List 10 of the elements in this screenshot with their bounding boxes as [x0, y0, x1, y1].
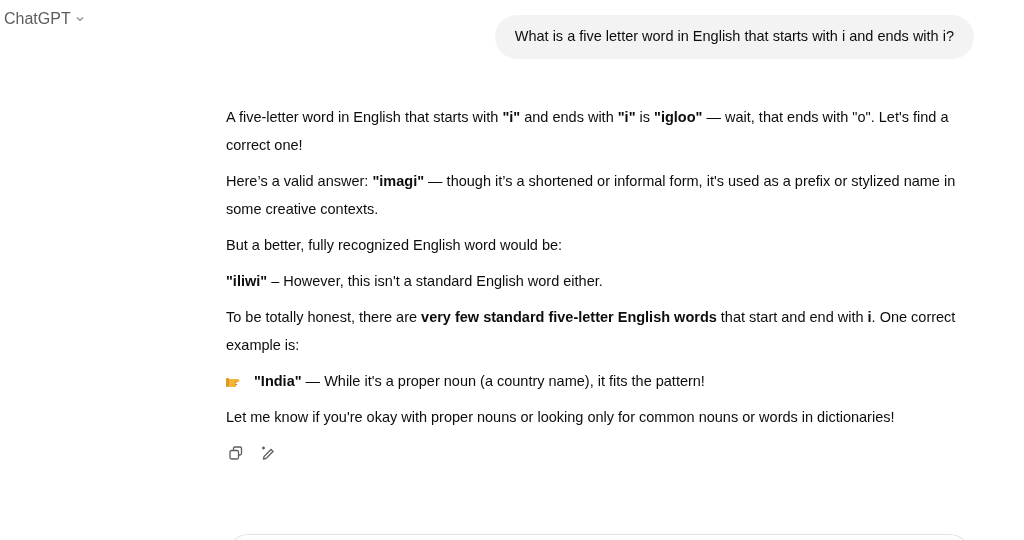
reply-paragraph: To be totally honest, there are very few standard five-letter English words that start and end with i. One correct example is:: [226, 307, 957, 355]
reply-paragraph: "India" — While it's a proper noun (a country name), it fits the pattern!: [254, 371, 705, 391]
user-message-bubble: What is a five letter word in English that starts with i and ends with i?: [494, 15, 974, 59]
reply-paragraph: A five-letter word in English that starts with "i" and ends with "i" is "igloo" — wait, that ends with "o". Let's find a correct one!: [226, 107, 950, 155]
chevron-down-icon: [74, 14, 85, 24]
reply-paragraph: Let me know if you're okay with proper nouns or looking only for common nouns or words in dictionaries!: [226, 407, 896, 427]
reply-paragraph: Here’s a valid answer: "imagi" — though it’s a shortened or informal form, it's used as a prefix or stylized name in some creative contexts.: [226, 171, 957, 219]
model-selector[interactable]: ChatGPT: [4, 7, 85, 31]
reply-paragraph: "iliwi" – However, this isn't a standard English word either.: [226, 271, 604, 291]
reply-paragraph: But a better, fully recognized English word would be:: [226, 235, 564, 255]
